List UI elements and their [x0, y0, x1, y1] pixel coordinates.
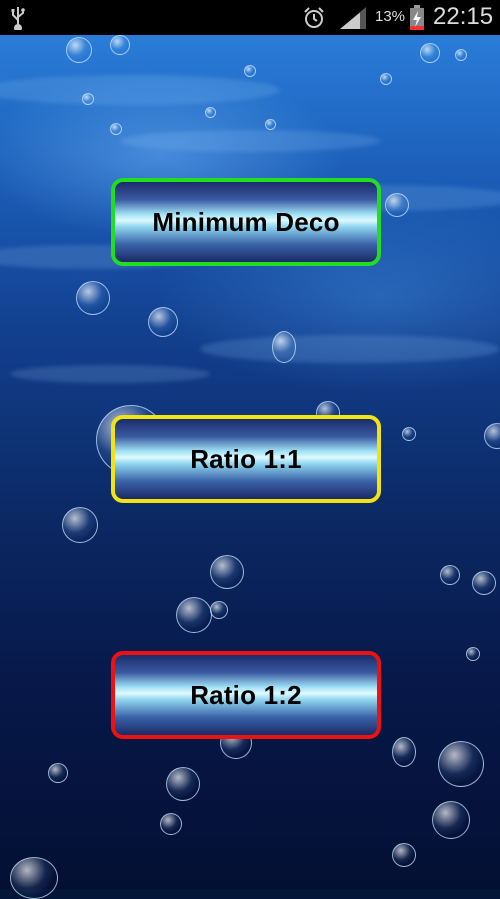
- bubble: [176, 597, 212, 633]
- bubble: [484, 423, 500, 449]
- bubble: [466, 647, 480, 661]
- bubble: [160, 813, 182, 835]
- bubble: [432, 801, 470, 839]
- ratio-1-2-label: Ratio 1:2: [190, 679, 302, 710]
- alarm-icon: [304, 7, 324, 28]
- minimum-deco-button[interactable]: Minimum Deco: [111, 178, 381, 266]
- bubble: [272, 331, 296, 363]
- bubble: [66, 37, 92, 63]
- bubble: [210, 601, 228, 619]
- bubble: [205, 107, 216, 118]
- bubble: [392, 737, 416, 767]
- ratio-1-1-button[interactable]: Ratio 1:1: [111, 415, 381, 503]
- bubble: [10, 857, 58, 899]
- bubble: [62, 507, 98, 543]
- battery-percent: 13%: [375, 8, 406, 25]
- usb-icon: [11, 7, 25, 30]
- minimum-deco-label: Minimum Deco: [152, 206, 340, 237]
- bubble: [385, 193, 409, 217]
- signal-icon: [340, 7, 366, 29]
- bubble: [440, 565, 460, 585]
- bubble: [402, 427, 416, 441]
- bubble: [110, 123, 122, 135]
- battery-charging-icon: [410, 5, 424, 30]
- status-bar: 13% 22:15: [0, 0, 500, 35]
- ratio-1-1-label: Ratio 1:1: [190, 443, 302, 474]
- bubble: [210, 555, 244, 589]
- bubble: [76, 281, 110, 315]
- bubble: [455, 49, 467, 61]
- bubble: [244, 65, 256, 77]
- bubble: [82, 93, 94, 105]
- bubble: [110, 35, 130, 55]
- bubble: [420, 43, 440, 63]
- bubble: [392, 843, 416, 867]
- clock: 22:15: [433, 3, 494, 30]
- bubble: [148, 307, 178, 337]
- bubble: [380, 73, 392, 85]
- ratio-1-2-button[interactable]: Ratio 1:2: [111, 651, 381, 739]
- bubble: [438, 741, 484, 787]
- bubble: [166, 767, 200, 801]
- bubble: [48, 763, 68, 783]
- bubble: [265, 119, 276, 130]
- bubble: [472, 571, 496, 595]
